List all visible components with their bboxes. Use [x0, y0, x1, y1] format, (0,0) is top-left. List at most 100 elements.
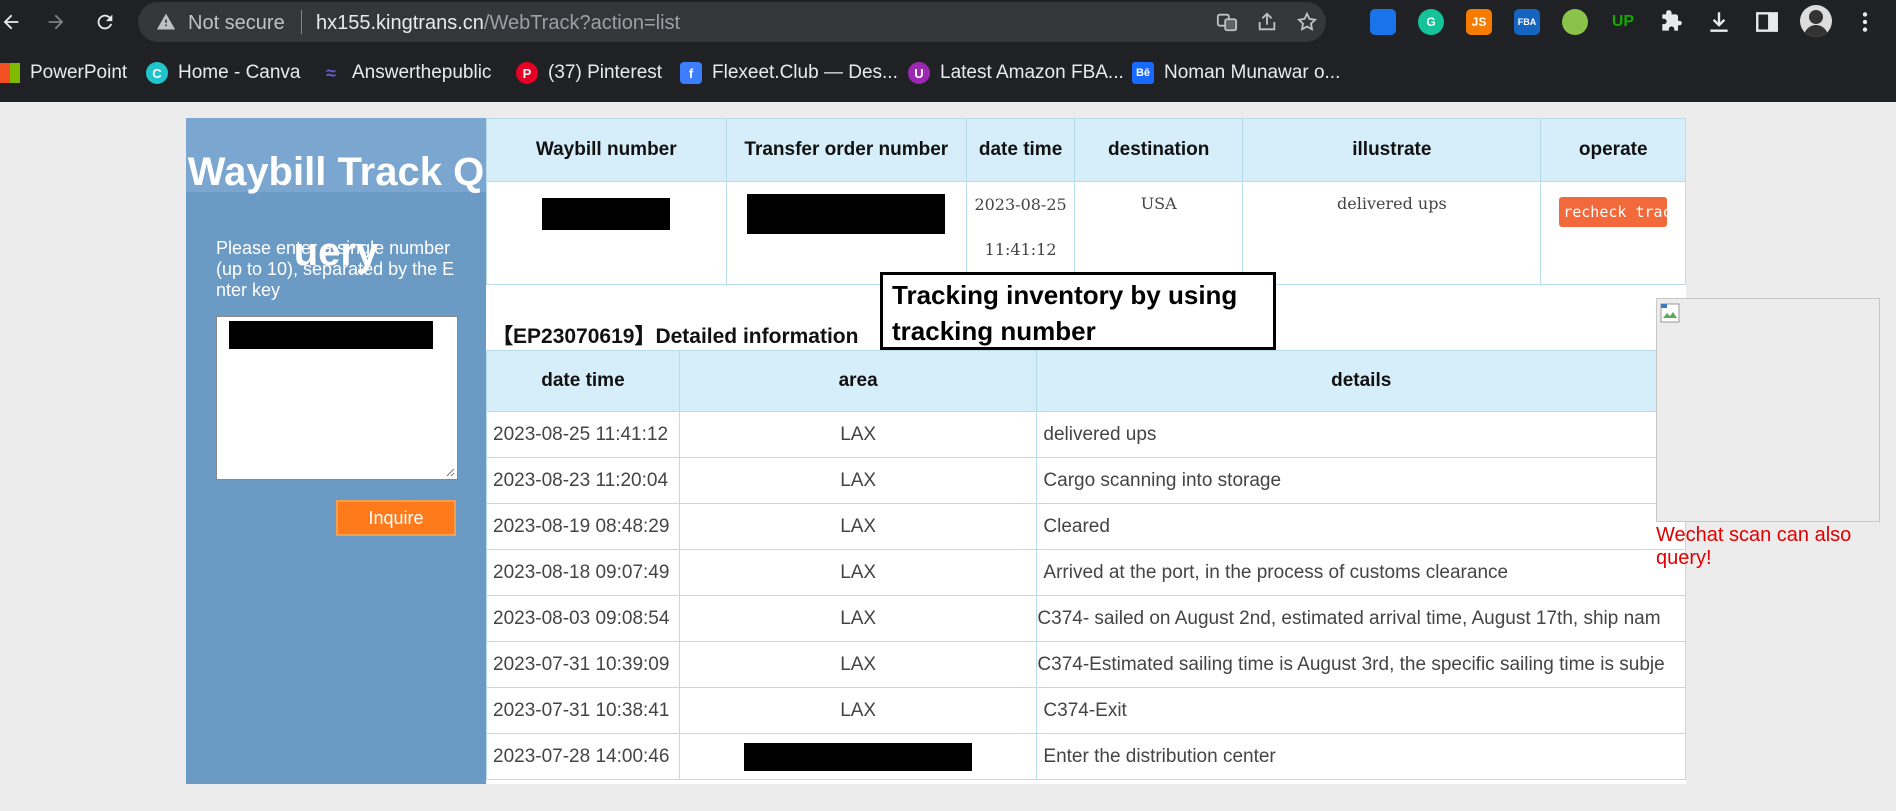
- column-header: date time: [966, 118, 1076, 182]
- bookmark-label: PowerPoint: [30, 62, 128, 83]
- table-row: 2023-07-28 14:00:46 Enter the distributi…: [486, 733, 1686, 780]
- column-header: date time: [486, 350, 680, 412]
- pinterest-icon: P: [516, 62, 538, 84]
- details-cell: delivered ups: [1036, 411, 1686, 458]
- details-cell: C374-Exit: [1036, 687, 1686, 734]
- broken-image-icon: [1660, 303, 1680, 323]
- bookmark-behance[interactable]: Bē Noman Munawar o...: [1132, 60, 1340, 86]
- table-header-row: Waybill number Transfer order number dat…: [486, 118, 1686, 182]
- js-extension-icon[interactable]: JS: [1466, 9, 1492, 35]
- area-cell: LAX: [678, 595, 1038, 642]
- details-cell: Cargo scanning into storage: [1036, 457, 1686, 504]
- query-sidebar: Waybill Track Query Please enter a singl…: [186, 118, 486, 784]
- date-time-cell: 2023-08-18 09:07:49: [486, 549, 680, 596]
- transfer-order-cell: [725, 181, 968, 285]
- table-row: 2023-08-18 09:07:49 LAX Arrived at the p…: [486, 549, 1686, 596]
- share-icon[interactable]: [1256, 11, 1278, 33]
- input-instructions: Please enter a single number (up to 10),…: [216, 238, 455, 300]
- area-cell: [678, 733, 1038, 780]
- canva-icon: C: [146, 62, 168, 84]
- table-row: 2023-08-23 11:20:04 LAX Cargo scanning i…: [486, 457, 1686, 504]
- column-header: details: [1036, 350, 1686, 412]
- illustrate-cell: delivered ups: [1242, 181, 1542, 285]
- results-panel: Waybill number Transfer order number dat…: [486, 118, 1686, 784]
- column-header: illustrate: [1242, 118, 1542, 182]
- bookmark-label: (37) Pinterest: [548, 62, 663, 83]
- detail-heading: 【EP23070619】Detailed information: [492, 325, 859, 348]
- sidebar-title-wrap: Waybill Track Query: [186, 118, 486, 274]
- details-cell: C374-Estimated sailing time is August 3r…: [1036, 641, 1686, 688]
- recheck-track-button[interactable]: recheck track: [1559, 197, 1668, 227]
- bookmark-label: Flexeet.Club — Des...: [712, 62, 898, 83]
- date-time-cell: 2023-07-31 10:38:41: [486, 687, 680, 734]
- bookmark-label: Home - Canva: [178, 62, 301, 83]
- arrow-left-icon: [3, 14, 19, 30]
- table-header-row: date time area details: [486, 350, 1686, 412]
- browser-toolbar: Not secure hx155.kingtrans.cn/WebTrack?a…: [0, 0, 1896, 102]
- puzzle-extensions-icon[interactable]: [1658, 9, 1684, 35]
- upwork-extension-icon[interactable]: UP: [1610, 9, 1636, 35]
- inquire-button[interactable]: Inquire: [336, 500, 456, 536]
- details-cell: Cleared: [1036, 503, 1686, 550]
- resize-handle-icon[interactable]: [445, 467, 455, 477]
- redacted-area: [744, 742, 973, 771]
- table-row: 2023-08-19 08:48:29 LAX Cleared: [486, 503, 1686, 550]
- date-time-cell: 2023-08-03 09:08:54: [486, 595, 680, 642]
- forward-button[interactable]: [41, 7, 71, 37]
- menu-kebab-icon[interactable]: [1852, 9, 1878, 35]
- translate-icon[interactable]: [1216, 11, 1238, 33]
- lightbulb-extension-icon[interactable]: [1562, 9, 1588, 35]
- amazon-fba-icon: U: [908, 62, 930, 84]
- url-path: /WebTrack?action=list: [483, 12, 681, 34]
- waybill-summary-table: Waybill number Transfer order number dat…: [486, 118, 1686, 285]
- table-row: 2023-08-25 11:41:12 USA delivered ups re…: [486, 181, 1686, 285]
- reload-button[interactable]: [90, 7, 120, 37]
- waybill-number-input[interactable]: [216, 316, 458, 480]
- column-header: operate: [1540, 118, 1686, 182]
- address-bar[interactable]: Not secure hx155.kingtrans.cn/WebTrack?a…: [138, 2, 1326, 42]
- bookmarks-bar: PowerPoint C Home - Canva ≈ Answerthepub…: [0, 56, 1896, 90]
- table-row: 2023-08-25 11:41:12 LAX delivered ups: [486, 411, 1686, 458]
- bookmark-powerpoint[interactable]: PowerPoint: [0, 60, 127, 86]
- column-header: area: [678, 350, 1038, 412]
- security-label: Not secure: [188, 12, 285, 34]
- area-cell: LAX: [678, 411, 1038, 458]
- star-icon[interactable]: [1296, 11, 1318, 33]
- area-cell: LAX: [678, 503, 1038, 550]
- profile-avatar[interactable]: [1800, 5, 1832, 37]
- bookmark-canva[interactable]: C Home - Canva: [146, 60, 301, 86]
- bookmark-label: Noman Munawar o...: [1164, 62, 1341, 83]
- bookmark-amazon-fba[interactable]: U Latest Amazon FBA...: [908, 60, 1124, 86]
- date-time-cell: 2023-08-23 11:20:04: [486, 457, 680, 504]
- operate-cell: recheck track: [1540, 181, 1686, 285]
- url-host: hx155.kingtrans.cn: [316, 12, 484, 34]
- redacted-input-value: [229, 321, 433, 349]
- waybill-number-cell: [486, 181, 727, 285]
- behance-icon: Bē: [1132, 62, 1154, 84]
- area-cell: LAX: [678, 549, 1038, 596]
- bookmark-pinterest[interactable]: P (37) Pinterest: [516, 60, 662, 86]
- back-button[interactable]: [0, 7, 26, 37]
- area-cell: LAX: [678, 457, 1038, 504]
- date-time-cell: 2023-08-19 08:48:29: [486, 503, 680, 550]
- redacted-transfer-order-number: [747, 194, 946, 234]
- bookmark-answerthepublic[interactable]: ≈ Answerthepublic: [320, 60, 491, 86]
- details-cell: Arrived at the port, in the process of c…: [1036, 549, 1686, 596]
- bookmark-flexeet[interactable]: f Flexeet.Club — Des...: [680, 60, 898, 86]
- side-panel-icon[interactable]: [1754, 9, 1780, 35]
- redacted-waybill-number: [542, 198, 671, 230]
- url-text: hx155.kingtrans.cn/WebTrack?action=list: [316, 12, 680, 35]
- tracking-detail-table: date time area details 2023-08-25 11:41:…: [486, 350, 1686, 780]
- wechat-scan-note: Wechat scan can also query!: [1656, 524, 1852, 569]
- date-time-cell: 2023-07-28 14:00:46: [486, 733, 680, 780]
- download-icon[interactable]: [1706, 9, 1732, 35]
- details-cell: Enter the distribution center: [1036, 733, 1686, 780]
- bookmark-label: Latest Amazon FBA...: [940, 62, 1124, 83]
- details-cell: C374- sailed on August 2nd, estimated ar…: [1036, 595, 1686, 642]
- grammarly-extension-icon[interactable]: G: [1418, 9, 1444, 35]
- divider: [301, 10, 302, 34]
- answerthepublic-icon: ≈: [326, 62, 336, 83]
- warning-icon: [156, 13, 176, 30]
- fba-extension-icon[interactable]: FBA: [1514, 9, 1540, 35]
- sellerboard-extension-icon[interactable]: [1370, 9, 1396, 35]
